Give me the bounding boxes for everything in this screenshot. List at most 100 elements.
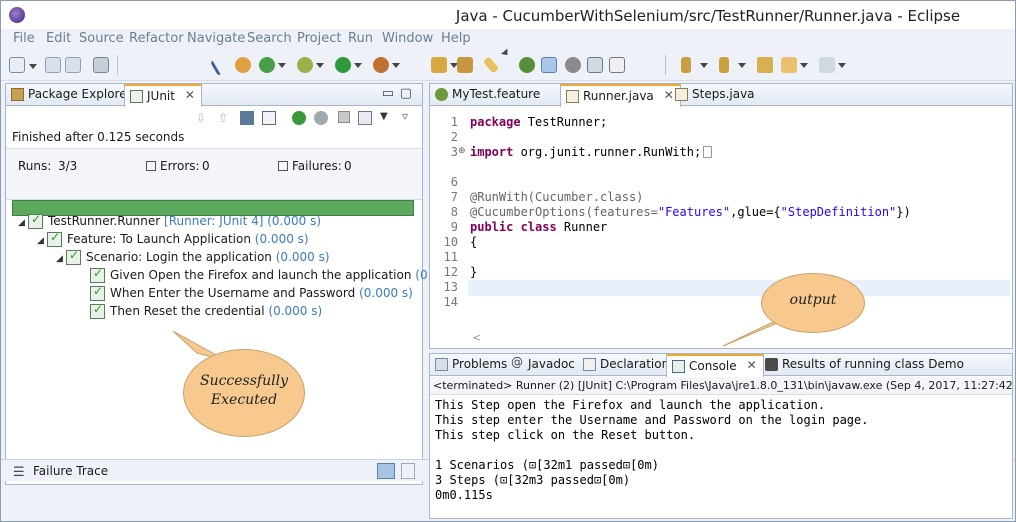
show-whitespace-icon[interactable]: [609, 57, 625, 73]
code-line-8: @RunWith(Cucumber.class): [470, 190, 644, 204]
compare-results-icon[interactable]: [401, 463, 415, 479]
menu-file[interactable]: File: [13, 31, 35, 46]
expand-arrow-icon[interactable]: ◢: [37, 236, 47, 246]
new-package-icon[interactable]: [431, 57, 458, 73]
new-icon[interactable]: [9, 57, 37, 73]
test-run-history-icon[interactable]: [358, 111, 372, 125]
scroll-left-icon[interactable]: <: [472, 331, 481, 344]
rerun-failed-icon[interactable]: [314, 111, 328, 125]
pen-icon[interactable]: [482, 56, 500, 74]
tab-declaration[interactable]: Declaration: [578, 354, 675, 376]
tree-item-scenario[interactable]: ◢Scenario: Login the application (0.000 …: [56, 248, 330, 266]
minimize-icon[interactable]: ▭: [382, 86, 394, 101]
fold-expand-icon[interactable]: ⊕: [458, 146, 466, 156]
next-failure-icon[interactable]: ⇩: [196, 111, 206, 125]
test-passed-icon: [66, 248, 82, 265]
save-icon[interactable]: [45, 57, 61, 73]
line-number-gutter: 1 2 3 ⊕ 6 7 8 9 10 11 12 13 14: [430, 107, 468, 348]
search-icon[interactable]: [565, 57, 581, 73]
menu-project[interactable]: Project: [297, 31, 341, 46]
failure-icon: [278, 161, 288, 171]
print-icon[interactable]: [93, 57, 109, 73]
filter-stack-icon[interactable]: [377, 463, 395, 479]
external-tools-icon[interactable]: [373, 57, 400, 73]
run-icon[interactable]: [335, 57, 362, 73]
previous-failure-icon[interactable]: ⇧: [218, 111, 228, 125]
tab-javadoc[interactable]: @ Javadoc: [506, 354, 581, 376]
console-line: This step enter the Username and Passwor…: [435, 413, 869, 427]
code-line-13: }: [470, 265, 478, 279]
menu-source[interactable]: Source: [79, 31, 124, 46]
console-line: This Step open the Firefox and launch th…: [435, 398, 826, 412]
debug-icon[interactable]: [235, 57, 251, 73]
next-annotation-icon[interactable]: [681, 57, 708, 73]
menu-run[interactable]: Run: [348, 31, 373, 46]
block-selection-icon[interactable]: [587, 57, 603, 73]
expand-arrow-icon[interactable]: ◢: [18, 218, 28, 228]
editor-area: MyTest.feature Runner.java ✕ Steps.java …: [429, 83, 1013, 349]
menu-search[interactable]: Search: [247, 31, 292, 46]
tab-steps-java[interactable]: Steps.java: [670, 84, 761, 106]
javadoc-icon: @: [511, 355, 523, 369]
declaration-icon: [583, 358, 596, 371]
menu-edit[interactable]: Edit: [46, 31, 71, 46]
maximize-icon[interactable]: ▢: [400, 86, 412, 101]
debug-as-icon[interactable]: [297, 57, 324, 73]
tree-item-step-given[interactable]: Given Open the Firefox and launch the ap…: [90, 266, 469, 284]
history-icon[interactable]: [262, 111, 276, 125]
stop-icon[interactable]: [338, 111, 350, 123]
back-icon[interactable]: [781, 57, 808, 73]
junit-counters: Runs: 3/3 Errors: 0 Failures: 0: [6, 148, 422, 200]
package-explorer-icon: [11, 88, 24, 101]
mark-occurrences-icon[interactable]: [541, 57, 557, 73]
open-task-icon[interactable]: [519, 57, 535, 73]
forward-icon[interactable]: [819, 57, 846, 73]
folded-block-icon[interactable]: [703, 146, 713, 158]
tab-results-of-running-class[interactable]: Results of running class Demo: [760, 354, 970, 376]
code-line-3: import org.junit.runner.RunWith;: [470, 145, 713, 159]
tab-mytest-feature[interactable]: MyTest.feature: [430, 84, 546, 106]
show-failures-only-icon[interactable]: [240, 111, 254, 125]
tree-item-step-then[interactable]: Then Reset the credential (0.000 s): [90, 302, 322, 320]
tab-problems[interactable]: Problems: [430, 354, 513, 376]
test-passed-icon: [28, 212, 44, 229]
output-callout: output: [761, 273, 865, 333]
view-menu-chevron-icon[interactable]: ▿: [402, 109, 408, 123]
tree-item-feature[interactable]: ◢Feature: To Launch Application (0.000 s…: [37, 230, 309, 248]
menu-window[interactable]: Window: [382, 31, 433, 46]
expand-arrow-icon[interactable]: ◢: [56, 254, 66, 264]
test-passed-icon: [47, 230, 63, 247]
runs-label: Runs:: [18, 159, 52, 173]
toolbar-separator: [665, 55, 666, 75]
view-menu-icon[interactable]: ▼: [380, 111, 388, 122]
menu-help[interactable]: Help: [441, 31, 471, 46]
open-type-icon[interactable]: [457, 57, 473, 73]
skip-breakpoints-icon[interactable]: [210, 54, 232, 76]
rerun-test-icon[interactable]: [292, 111, 306, 125]
tab-runner-java[interactable]: Runner.java ✕: [560, 84, 681, 107]
console-line: This step click on the Reset button.: [435, 428, 696, 442]
testng-results-icon: [765, 358, 778, 371]
toolbar-separator: [117, 55, 118, 75]
tab-junit[interactable]: JUnit ✕: [124, 84, 202, 107]
close-tab-icon[interactable]: ✕: [747, 358, 757, 372]
runs-value: 3/3: [58, 159, 78, 173]
menu-navigate[interactable]: Navigate: [187, 31, 245, 46]
close-tab-icon[interactable]: ✕: [185, 88, 195, 102]
junit-icon: [130, 90, 143, 103]
coverage-icon[interactable]: [259, 57, 286, 73]
tab-console[interactable]: Console ✕: [666, 354, 764, 377]
editor-tab-strip: MyTest.feature Runner.java ✕ Steps.java: [430, 84, 1012, 107]
console-view: Problems @ Javadoc Declaration Console ✕…: [429, 353, 1015, 519]
tree-item-runner[interactable]: ◢TestRunner.Runner [Runner: JUnit 4] (0.…: [18, 212, 321, 230]
last-edit-location-icon[interactable]: [757, 57, 773, 73]
test-passed-icon: [90, 302, 106, 319]
save-all-icon[interactable]: [65, 57, 81, 73]
menu-refactor[interactable]: Refactor: [129, 31, 184, 46]
tree-item-step-when[interactable]: When Enter the Username and Password (0.…: [90, 284, 413, 302]
console-line: 3 Steps (⊡[32m3 passed⊡[0m): [435, 473, 631, 487]
previous-annotation-icon[interactable]: [719, 57, 746, 73]
console-line: 0m0.115s: [435, 488, 493, 502]
tab-package-explorer[interactable]: Package Explorer: [6, 84, 138, 106]
problems-icon: [435, 358, 448, 371]
